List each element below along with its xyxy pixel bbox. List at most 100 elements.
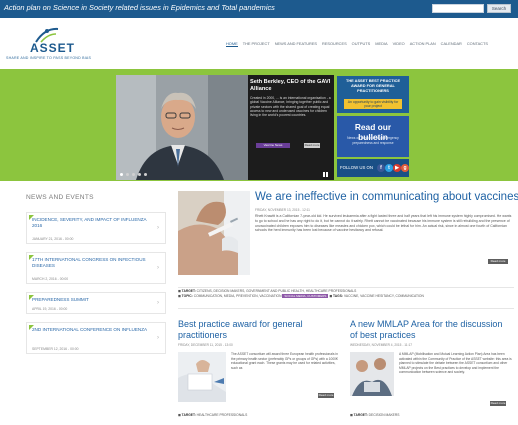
search-input[interactable] bbox=[432, 4, 484, 13]
article-title[interactable]: A new MMLAP Area for the discussion of b… bbox=[350, 319, 512, 341]
twitter-icon[interactable]: t bbox=[385, 164, 393, 172]
target-value[interactable]: CITIZENS, DECISION MAKERS, GOVERNMENT AN… bbox=[197, 289, 357, 293]
nav-item[interactable]: HOME bbox=[226, 41, 238, 47]
article-image bbox=[350, 352, 394, 396]
slide-text: Created in 2000, ... is an international… bbox=[250, 96, 331, 118]
target-label: TARGET: bbox=[353, 413, 368, 417]
article-read-more-button[interactable]: Read more bbox=[318, 393, 334, 398]
article-target-row: ◼ TARGET: DECISION MAKERS bbox=[350, 413, 399, 417]
logo-wordmark: ASSET bbox=[30, 41, 76, 55]
news-item-title[interactable]: INCIDENCE, SEVERITY, AND IMPACT OF INFLU… bbox=[32, 217, 152, 229]
nav-item[interactable]: RESOURCES bbox=[322, 41, 347, 47]
vaccine-news-button[interactable]: Vaccine News bbox=[256, 143, 290, 148]
chevron-right-icon: › bbox=[157, 225, 159, 231]
feature-read-more-button[interactable]: Read more bbox=[488, 259, 508, 264]
target-label: TARGET: bbox=[181, 289, 196, 293]
follow-label: FOLLOW US ON bbox=[340, 165, 373, 170]
pause-icon[interactable] bbox=[322, 172, 329, 178]
article-body: The ASSET consortium will award three Eu… bbox=[231, 352, 338, 370]
best-practice-award-banner[interactable]: THE ASSET BEST PRACTICE AWARD FOR GENERA… bbox=[337, 76, 409, 113]
nav-item[interactable]: OUTPUTS bbox=[352, 41, 371, 47]
news-item-title[interactable]: 17TH INTERNATIONAL CONGRESS ON INFECTIOU… bbox=[32, 257, 152, 269]
slider-dot[interactable] bbox=[138, 173, 141, 176]
topic-value[interactable]: COMMUNICATION, MEDIA, PREVENTION, VACCIN… bbox=[194, 294, 282, 298]
slider-pager bbox=[120, 173, 147, 176]
chevron-right-icon: › bbox=[157, 265, 159, 271]
facebook-icon[interactable]: f bbox=[377, 164, 385, 172]
follow-us-bar: FOLLOW US ON f t ▶ g bbox=[337, 159, 409, 177]
portrait-image bbox=[116, 75, 248, 180]
logo-subtitle: SHARE AND INSPIRE TO PASS BEYOND BIAS bbox=[6, 56, 92, 60]
topic-chip[interactable]: SOCIAL MEDIA, CUSTOMERS bbox=[282, 294, 329, 298]
news-item-date: JANUARY 21, 2016 - 00:00 bbox=[32, 237, 74, 241]
slider-dot[interactable] bbox=[144, 173, 147, 176]
nav-item[interactable]: NEWS AND FEATURES bbox=[275, 41, 317, 47]
news-item-date: APRIL 19, 2016 - 00:00 bbox=[32, 307, 68, 311]
google-plus-icon[interactable]: g bbox=[401, 164, 409, 172]
news-item-title[interactable]: 2ND INTERNATIONAL CONFERENCE ON INFLUENZ… bbox=[32, 327, 152, 333]
nav-item[interactable]: MEDIA bbox=[375, 41, 387, 47]
feature-title[interactable]: We are ineffective in communicating abou… bbox=[255, 191, 518, 203]
feature-article: We are ineffective in communicating abou… bbox=[178, 191, 518, 286]
nav-item[interactable]: CONTACTS bbox=[467, 41, 488, 47]
tags-value[interactable]: VACCINE, VACCINE HESITANCY, COMMUNICATIO… bbox=[344, 294, 424, 298]
tag-icon: ◼ bbox=[350, 413, 353, 417]
feature-topic-row: ◼ TOPIC: COMMUNICATION, MEDIA, PREVENTIO… bbox=[178, 294, 514, 299]
site-logo[interactable]: ASSET SHARE AND INSPIRE TO PASS BEYOND B… bbox=[6, 26, 102, 62]
feature-date: FRIDAY, NOVEMBER 13, 2015 - 12:11 bbox=[255, 208, 310, 212]
divider bbox=[178, 308, 514, 309]
article-best-practice-award: Best practice award for general practiti… bbox=[178, 319, 340, 425]
slider-dot[interactable] bbox=[120, 173, 123, 176]
article-body: A MMLAP (Mobilisation and Mutual Learnin… bbox=[399, 352, 512, 375]
news-item-title[interactable]: PREPAREDNESS SUMMIT bbox=[32, 297, 152, 303]
target-label: TARGET: bbox=[181, 413, 196, 417]
chevron-right-icon: › bbox=[157, 300, 159, 306]
slide-title: Seth Berkley, CEO of the GAVI Alliance bbox=[250, 79, 331, 92]
hero-slider[interactable]: Seth Berkley, CEO of the GAVI Alliance C… bbox=[116, 75, 334, 180]
article-date: FRIDAY, DECEMBER 11, 2015 - 13:00 bbox=[178, 343, 233, 347]
target-value[interactable]: HEALTHCARE PROFESSIONALS bbox=[197, 413, 248, 417]
article-read-more-button[interactable]: Read more bbox=[490, 401, 506, 406]
search-button[interactable]: Search bbox=[487, 4, 511, 13]
news-item-date: SEPTEMBER 12, 2016 - 00:00 bbox=[32, 347, 79, 351]
site-tagline: Action plan on Science in Society relate… bbox=[4, 3, 275, 12]
award-button[interactable]: An opportunity to gain visibility for yo… bbox=[344, 99, 402, 109]
tags-label: TAGS: bbox=[333, 294, 344, 298]
nav-item[interactable]: THE PROJECT bbox=[243, 41, 270, 47]
award-title: THE ASSET BEST PRACTICE AWARD FOR GENERA… bbox=[345, 78, 401, 93]
article-date: WEDNESDAY, NOVEMBER 4, 2015 - 11:17 bbox=[350, 343, 413, 347]
slider-dot[interactable] bbox=[132, 173, 135, 176]
nav-item[interactable]: VIDEO bbox=[393, 41, 405, 47]
topic-label: TOPIC: bbox=[181, 294, 193, 298]
slide-read-more-button[interactable]: Read more bbox=[304, 143, 320, 148]
site-header: ASSET SHARE AND INSPIRE TO PASS BEYOND B… bbox=[0, 18, 518, 69]
main-nav: HOME THE PROJECT NEWS AND FEATURES RESOURCE… bbox=[226, 41, 488, 47]
tag-icon: ◼ bbox=[178, 294, 181, 298]
tag-icon: ◼ bbox=[178, 289, 181, 293]
tag-icon: ◼ bbox=[329, 294, 333, 298]
news-item[interactable]: 2ND INTERNATIONAL CONFERENCE ON INFLUENZ… bbox=[26, 322, 166, 354]
news-item[interactable]: INCIDENCE, SEVERITY, AND IMPACT OF INFLU… bbox=[26, 212, 166, 244]
nav-item[interactable]: CALENDAR bbox=[441, 41, 462, 47]
news-and-events: NEWS AND EVENTS INCIDENCE, SEVERITY, AND… bbox=[26, 194, 166, 374]
divider bbox=[178, 287, 514, 288]
slider-dot[interactable] bbox=[126, 173, 129, 176]
news-item[interactable]: PREPAREDNESS SUMMIT APRIL 19, 2016 - 00:0… bbox=[26, 292, 166, 314]
article-mmlap-area: A new MMLAP Area for the discussion of b… bbox=[350, 319, 512, 425]
youtube-icon[interactable]: ▶ bbox=[393, 164, 401, 172]
bulletin-subtitle: News on pandemic and emergency preparedn… bbox=[347, 136, 399, 145]
news-item-date: MARCH 2, 2016 - 00:00 bbox=[32, 277, 69, 281]
chevron-right-icon: › bbox=[157, 335, 159, 341]
feature-image bbox=[178, 191, 250, 275]
bulletin-banner[interactable]: Read our bulletin News on pandemic and e… bbox=[337, 116, 409, 157]
tag-icon: ◼ bbox=[178, 413, 181, 417]
target-value[interactable]: DECISION MAKERS bbox=[369, 413, 400, 417]
article-image bbox=[178, 352, 226, 402]
top-bar: Action plan on Science in Society relate… bbox=[0, 0, 518, 18]
nav-item[interactable]: ACTION PLAN bbox=[410, 41, 436, 47]
feature-body: Rhett Krawitt is a Californian 7-year-ol… bbox=[255, 214, 512, 233]
article-title[interactable]: Best practice award for general practiti… bbox=[178, 319, 340, 341]
news-item[interactable]: 17TH INTERNATIONAL CONGRESS ON INFECTIOU… bbox=[26, 252, 166, 284]
slider-photo bbox=[116, 75, 248, 180]
article-target-row: ◼ TARGET: HEALTHCARE PROFESSIONALS bbox=[178, 413, 247, 417]
